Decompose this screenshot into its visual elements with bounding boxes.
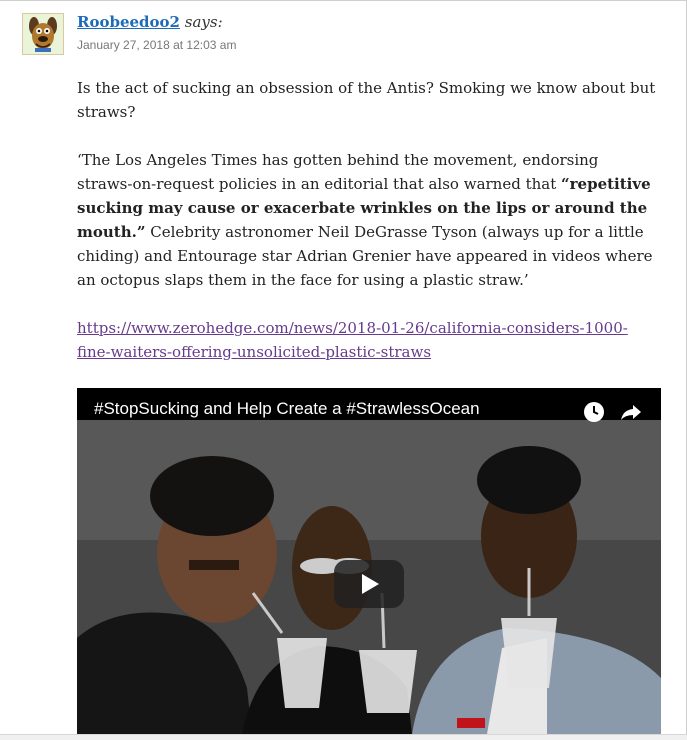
comment-paragraph-1: Is the act of sucking an obsession of th… bbox=[77, 79, 656, 121]
video-embed[interactable]: #StopSucking and Help Create a #Strawles… bbox=[77, 388, 661, 734]
bottom-scroll-edge bbox=[0, 734, 687, 740]
quote-start: ‘The Los Angeles Times has gotten behind… bbox=[77, 151, 599, 193]
clock-icon[interactable] bbox=[582, 400, 606, 424]
quote-end: Celebrity astronomer Neil DeGrasse Tyson… bbox=[77, 223, 653, 289]
dog-avatar-icon bbox=[23, 14, 63, 54]
video-title[interactable]: #StopSucking and Help Create a #Strawles… bbox=[94, 399, 480, 419]
comment-date[interactable]: January 27, 2018 at 12:03 am bbox=[77, 38, 236, 52]
avatar[interactable] bbox=[22, 13, 64, 55]
comment-link-paragraph: https://www.zerohedge.com/news/2018-01-2… bbox=[77, 316, 657, 364]
zerohedge-link[interactable]: https://www.zerohedge.com/news/2018-01-2… bbox=[77, 319, 628, 361]
author-link[interactable]: Roobeedoo2 bbox=[77, 13, 180, 31]
share-arrow-icon[interactable] bbox=[619, 400, 643, 424]
top-border bbox=[0, 0, 687, 1]
play-icon[interactable] bbox=[334, 560, 404, 608]
comment-author: Roobeedoo2 says: bbox=[77, 12, 223, 32]
says-label: says: bbox=[184, 13, 223, 31]
comment-paragraph-2: ‘The Los Angeles Times has gotten behind… bbox=[77, 148, 657, 292]
